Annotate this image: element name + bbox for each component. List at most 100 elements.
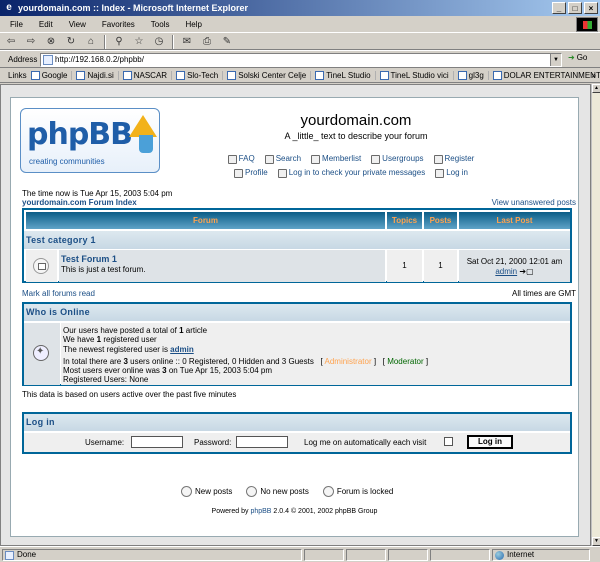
stat-most-online: Most users ever online was 3 on Tue Apr … [63,366,273,375]
link-item[interactable]: TineL Studio vici [379,70,454,80]
username-input[interactable] [131,436,183,448]
links-bar: Links Google Najdi.si NASCAR Slo-Tech So… [0,68,600,83]
menu-view[interactable]: View [67,20,88,29]
forum-posts: 1 [424,250,458,282]
online-data-note: This data is based on users active over … [22,390,237,399]
menu-edit[interactable]: Edit [37,20,55,29]
who-icon-cell [24,323,60,385]
nav-login[interactable]: Log in [435,166,468,180]
link-page-icon [457,70,467,80]
nav-label: Memberlist [322,154,362,163]
link-item[interactable]: Google [30,70,73,80]
refresh-icon[interactable]: ↻ [64,35,78,49]
nav-label: FAQ [238,154,255,163]
home-icon[interactable]: ⌂ [84,35,98,49]
who-is-online-icon [33,345,49,361]
mark-all-read-link[interactable]: Mark all forums read [22,289,95,298]
links-more-icon[interactable]: » [592,71,596,80]
nav-memberlist[interactable]: Memberlist [311,152,361,166]
phpbb-link[interactable]: phpBB [250,508,271,515]
nav-private-messages[interactable]: Log in to check your private messages [277,166,425,180]
legend-label: Forum is locked [336,487,394,496]
link-item[interactable]: TineL Studio [315,70,376,80]
close-button[interactable]: × [584,2,598,14]
mail-icon[interactable]: ✉ [180,35,194,49]
go-arrow-icon: ➜ [568,53,575,62]
link-label: Google [41,70,68,80]
nav-faq[interactable]: FAQ [227,152,255,166]
page-done-icon [5,551,14,560]
link-item[interactable]: NASCAR [122,70,173,80]
faq-icon [227,154,237,164]
print-icon[interactable]: ⎙ [200,35,214,49]
nav-usergroups[interactable]: Usergroups [371,152,424,166]
view-latest-post-icon[interactable]: ➔▢ [519,267,533,276]
go-button[interactable]: ➜ Go [568,53,587,62]
phpbb-logo[interactable]: phpBB creating communities [20,108,160,173]
password-label: Password: [194,438,232,447]
vertical-scrollbar[interactable]: ▲ ▼ [591,84,600,546]
password-input[interactable] [236,436,288,448]
newest-user-link[interactable]: admin [170,345,194,354]
forum-index-link[interactable]: yourdomain.com Forum Index [22,198,137,207]
status-cell [430,549,490,561]
link-label: Najdi.si [87,70,114,80]
search-icon [264,154,274,164]
logo-text: phpBB [27,117,133,152]
column-header-last-post: Last Post [459,212,570,229]
scroll-up-icon[interactable]: ▲ [592,84,600,93]
nav-label: Log in [446,168,468,177]
nav-register[interactable]: Register [433,152,474,166]
forward-icon[interactable]: ⇨ [24,35,38,49]
toolbar: ⇦ ⇨ ⊗ ↻ ⌂ ⚲ ☆ ◷ ✉ ⎙ ✎ [0,34,600,50]
edit-icon[interactable]: ✎ [220,35,234,49]
nav-search[interactable]: Search [264,152,302,166]
history-icon[interactable]: ◷ [152,35,166,49]
who-is-online-title[interactable]: Who is Online [24,304,570,321]
last-post-author[interactable]: admin [495,267,517,276]
logo-hat-icon [129,115,157,137]
windows-logo-icon [576,17,598,32]
menu-favorites[interactable]: Favorites [100,20,137,29]
address-label: Address [8,54,38,64]
link-label: TineL Studio [326,70,371,80]
link-item[interactable]: Solski Center Celje [227,70,312,80]
link-item[interactable]: gl3g [457,70,489,80]
ie-logo-icon: e [6,2,12,13]
search-icon[interactable]: ⚲ [112,35,126,49]
legend-new-posts: New posts [181,486,232,497]
favorites-icon[interactable]: ☆ [132,35,146,49]
link-page-icon [227,70,237,80]
powered-by: Powered by phpBB 2.0.4 © 2001, 2002 phpB… [211,508,378,515]
link-label: TineL Studio vici [390,70,449,80]
unanswered-posts-link[interactable]: View unanswered posts [492,198,576,207]
link-item[interactable]: Slo-Tech [176,70,224,80]
stop-icon[interactable]: ⊗ [44,35,58,49]
new-posts-icon [181,486,192,497]
forum-description: This is just a test forum. [61,265,146,274]
auto-login-checkbox[interactable] [444,437,453,446]
login-title[interactable]: Log in [24,414,570,431]
login-button[interactable]: Log in [467,435,513,449]
menu-file[interactable]: File [8,20,25,29]
maximize-button[interactable]: □ [568,2,582,14]
nav-profile[interactable]: Profile [234,166,268,180]
link-item[interactable]: DOLAR ENTERTAINMENT [492,70,600,80]
category-title[interactable]: Test category 1 [26,235,96,245]
scroll-down-icon[interactable]: ▼ [592,537,600,546]
back-icon[interactable]: ⇦ [4,35,18,49]
links-label: Links [8,70,27,80]
address-dropdown-icon[interactable]: ▼ [550,54,561,66]
menu-tools[interactable]: Tools [149,20,172,29]
minimize-button[interactable]: _ [552,2,566,14]
forum-locked-icon [322,486,334,497]
login-row: Username: Password: Log me on automatica… [24,433,570,452]
address-input[interactable]: http://192.168.0.2/phpbb/ ▼ [40,53,562,67]
login-icon [435,168,445,178]
forum-title-link[interactable]: Test Forum 1 [61,254,117,264]
link-item[interactable]: Najdi.si [76,70,119,80]
nav-label: Search [275,154,302,163]
menu-help[interactable]: Help [183,20,203,29]
logo-glass-icon [139,135,153,153]
username-label: Username: [85,438,125,447]
